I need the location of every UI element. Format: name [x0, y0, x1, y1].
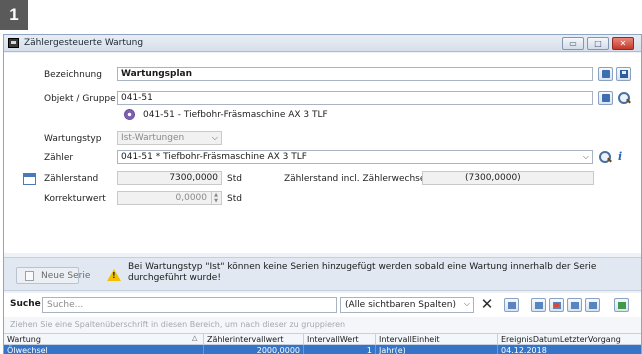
bezeichnung-field[interactable]: Wartungsplan	[117, 67, 593, 81]
zaehlerstand-label: Zählerstand	[44, 174, 99, 184]
refresh-button[interactable]	[614, 298, 629, 312]
group-by-hint: Ziehen Sie eine Spaltenüberschrift in di…	[4, 317, 641, 333]
list-icon	[602, 94, 610, 102]
chevron-down-icon: ⌵	[582, 152, 589, 161]
minimize-button[interactable]: ▭	[562, 37, 584, 50]
objekt-select-button[interactable]	[598, 91, 613, 105]
close-button[interactable]: ✕	[612, 37, 634, 50]
zaehlerstand-field: 7300,0000	[117, 171, 222, 185]
search-label: Suche	[10, 299, 41, 309]
search-scope-select[interactable]: (Alle sichtbaren Spalten) ⌵	[340, 297, 474, 313]
new-series-button[interactable]: Neue Serie	[16, 267, 90, 284]
cell-intervalleinheit: Jahr(e)	[376, 345, 498, 354]
series-info-bar: Neue Serie ! Bei Wartungstyp "Ist" könne…	[4, 257, 641, 291]
grid-action-2[interactable]	[549, 298, 564, 312]
cell-wartung: Ölwechsel	[4, 345, 204, 354]
korrekturwert-unit: Std	[227, 194, 242, 204]
grid-header: Wartung △ Zählerintervallwert IntervallW…	[4, 333, 641, 346]
korrekturwert-field: 0,0000 ▲ ▼	[117, 191, 222, 205]
table-row[interactable]: Ölwechsel 2000,0000 1 Jahr(e) 04.12.2018	[4, 345, 641, 354]
warning-mark: !	[112, 271, 116, 280]
cell-zaehlerintervallwert: 2000,0000	[204, 345, 304, 354]
maintenance-grid: Wartung △ Zählerintervallwert IntervallW…	[4, 333, 641, 354]
search-bar: Suche Suche... (Alle sichtbaren Spalten)…	[4, 293, 641, 317]
title-bar: Zählergesteuerte Wartung ▭ □ ✕	[4, 35, 641, 52]
print-button[interactable]	[504, 298, 519, 312]
calendar-icon[interactable]	[23, 173, 36, 185]
korrekturwert-value: 0,0000	[175, 193, 208, 203]
refresh-icon	[618, 302, 626, 309]
save-button[interactable]	[616, 67, 631, 81]
zaehlerstand-unit: Std	[227, 174, 242, 184]
korrekturwert-label: Korrekturwert	[44, 194, 106, 204]
zaehler-label: Zähler	[44, 153, 74, 163]
objekt-field[interactable]: 041-51	[117, 91, 593, 105]
wartungstyp-select: Ist-Wartungen ⌵	[117, 131, 222, 145]
chevron-down-icon: ⌵	[463, 299, 470, 308]
upload-icon	[602, 70, 610, 78]
wartungstyp-value: Ist-Wartungen	[121, 133, 185, 143]
step-badge: 1	[0, 0, 28, 30]
wartungstyp-label: Wartungstyp	[44, 134, 102, 144]
maximize-button[interactable]: □	[587, 37, 609, 50]
zaehlerstand-incl-field: (7300,0000)	[422, 171, 594, 185]
maintenance-form: Bezeichnung Wartungsplan Objekt / Gruppe…	[4, 53, 641, 253]
bezeichnung-label: Bezeichnung	[44, 70, 102, 80]
grid-edit-icon	[589, 302, 597, 309]
zaehler-search-icon[interactable]	[598, 150, 612, 164]
zaehler-select[interactable]: 041-51 * Tiefbohr-Fräsmaschine AX 3 TLF …	[117, 150, 593, 164]
delete-mark	[554, 303, 559, 307]
spinner-icon: ▲ ▼	[211, 192, 220, 204]
grid-icon	[535, 302, 543, 309]
search-scope-value: (Alle sichtbaren Spalten)	[345, 300, 456, 310]
window-title: Zählergesteuerte Wartung	[24, 38, 144, 48]
chevron-down-icon: ⌵	[211, 133, 218, 142]
grid-action-3[interactable]	[567, 298, 582, 312]
sort-asc-icon: △	[192, 334, 198, 342]
zaehler-value: 041-51 * Tiefbohr-Fräsmaschine AX 3 TLF	[121, 152, 307, 162]
zaehlerstand-incl-label: Zählerstand incl. Zählerwechsel:	[284, 174, 431, 184]
save-icon	[620, 70, 628, 78]
info-icon[interactable]: i	[618, 150, 630, 163]
grid-action-1[interactable]	[531, 298, 546, 312]
maintenance-window: Zählergesteuerte Wartung ▭ □ ✕ Bezeichnu…	[3, 34, 642, 354]
machine-icon	[124, 109, 135, 120]
clear-search-icon[interactable]: ✕	[479, 297, 495, 313]
objekt-search-icon[interactable]	[617, 91, 631, 105]
upload-button[interactable]	[598, 67, 613, 81]
printer-icon	[508, 302, 516, 309]
search-input[interactable]: Suche...	[42, 297, 337, 313]
grid-add-icon	[571, 302, 579, 309]
warning-text: Bei Wartungstyp "Ist" können keine Serie…	[128, 262, 597, 283]
grid-action-4[interactable]	[585, 298, 600, 312]
new-series-label: Neue Serie	[41, 271, 91, 281]
document-icon	[25, 271, 34, 281]
objekt-resolved-text: 041-51 - Tiefbohr-Fräsmaschine AX 3 TLF	[143, 110, 328, 120]
app-icon	[8, 38, 19, 48]
cell-ereignisdatum: 04.12.2018	[501, 346, 547, 354]
cell-intervallwert: 1	[304, 345, 376, 354]
objekt-label: Objekt / Gruppe	[44, 94, 116, 104]
